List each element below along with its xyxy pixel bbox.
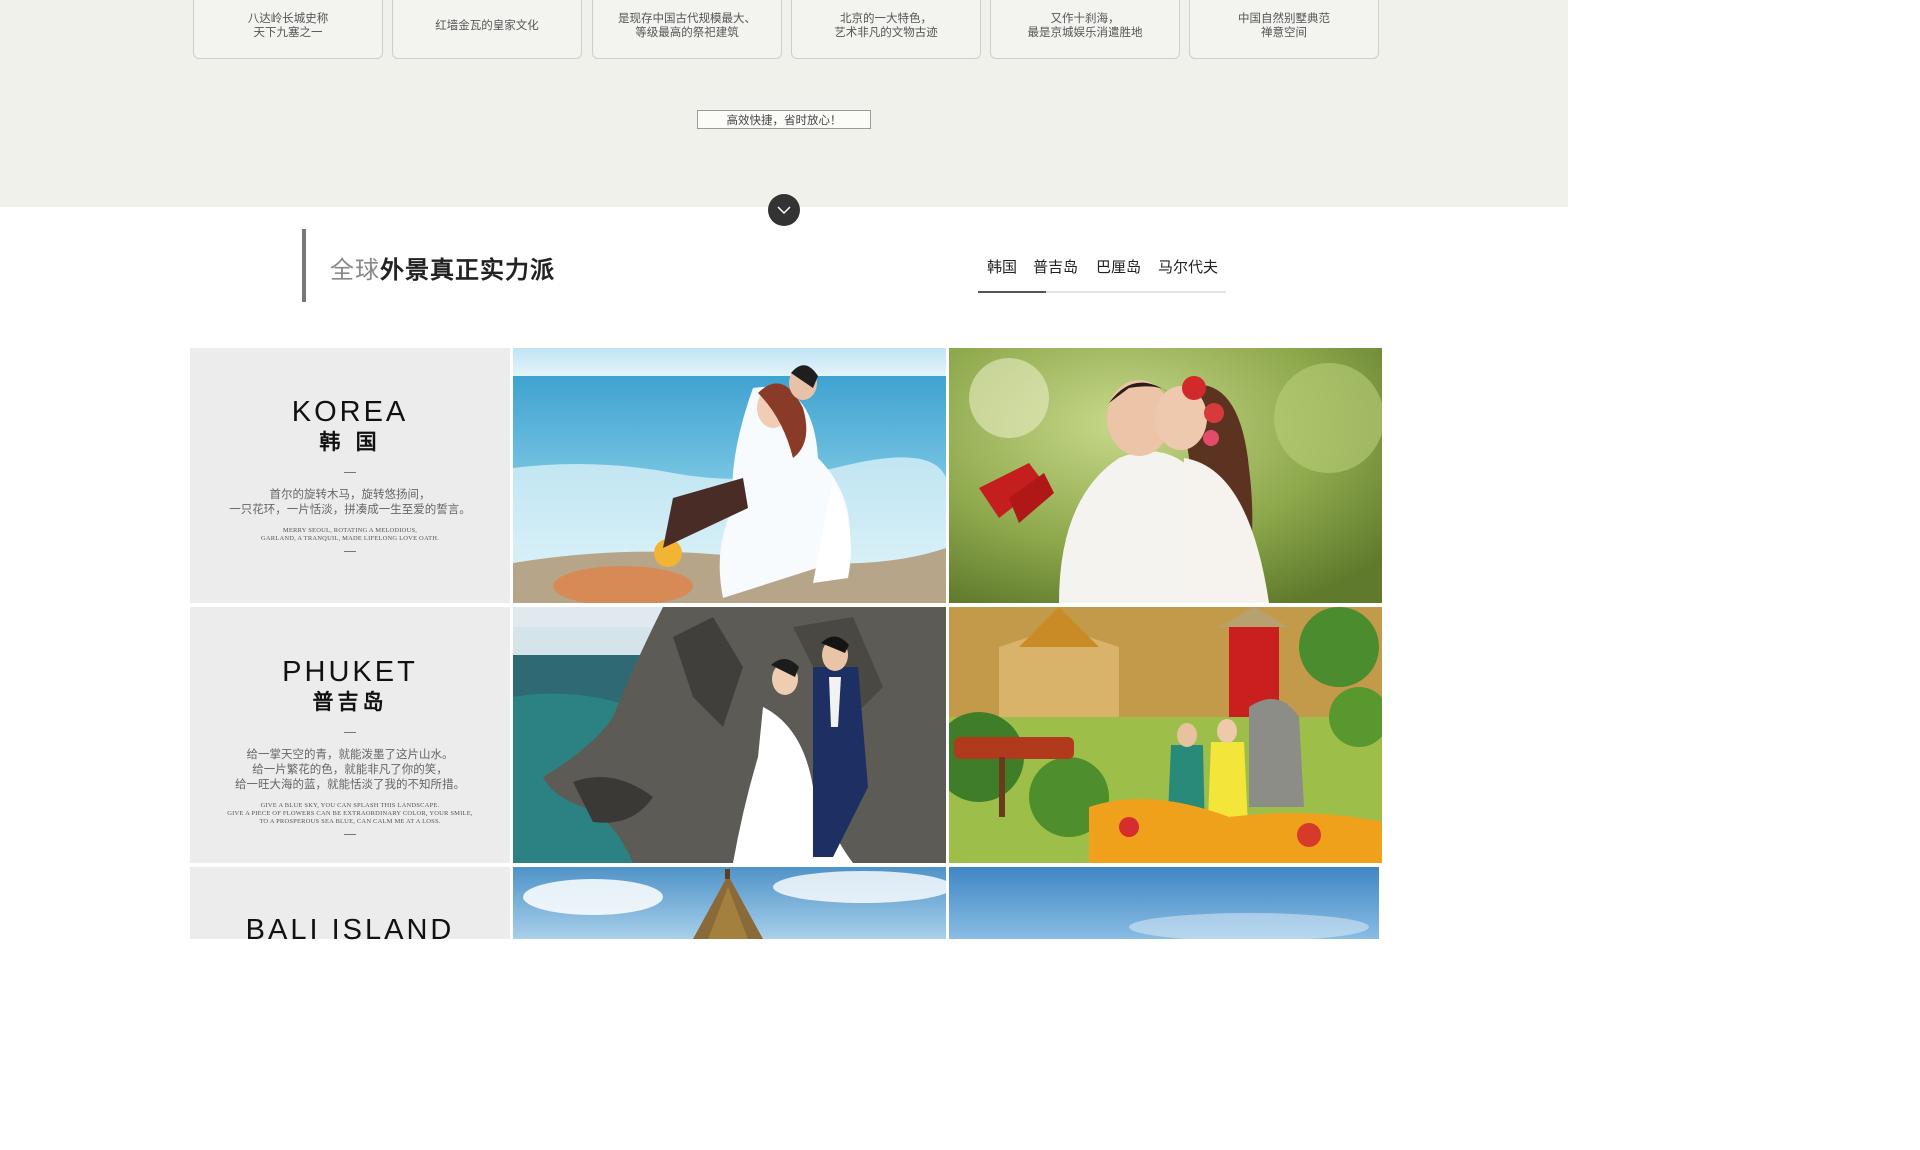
chevron-down-icon — [777, 205, 791, 214]
attraction-card[interactable]: 北京的一大特色， 艺术非凡的文物古迹 — [791, 0, 981, 59]
destination-desc-cn: 给一掌天空的青，就能泼墨了这片山水。 给一片繁花的色，就能非凡了你的笑， 给一旺… — [190, 747, 510, 792]
destination-panel-phuket[interactable]: PHUKET 普吉岛 给一掌天空的青，就能泼墨了这片山水。 给一片繁花的色，就能… — [190, 607, 510, 863]
photo-illustration — [949, 607, 1382, 863]
divider — [344, 551, 356, 552]
desc-line: GIVE A BLUE SKY, YOU CAN SPLASH THIS LAN… — [260, 802, 440, 809]
section-title-light: 全球 — [330, 256, 380, 284]
attraction-line: 是现存中国古代规模最大、 — [618, 10, 756, 25]
scroll-down-button[interactable] — [768, 194, 800, 226]
phuket-rocks-photo[interactable] — [513, 607, 946, 863]
destination-desc-en: GIVE A BLUE SKY, YOU CAN SPLASH THIS LAN… — [190, 802, 510, 826]
attraction-line: 中国自然别墅典范 — [1238, 10, 1330, 25]
desc-line: 给一片繁花的色，就能非凡了你的笑， — [252, 762, 448, 776]
destination-desc-cn: 首尔的旋转木马，旋转悠扬间， 一只花环，一片恬淡，拼凑成一生至爱的誓言。 — [190, 487, 510, 517]
attraction-card[interactable]: 红墙金瓦的皇家文化 — [392, 0, 582, 59]
desc-line: 给一掌天空的青，就能泼墨了这片山水。 — [246, 747, 454, 761]
desc-line: 给一旺大海的蓝，就能恬淡了我的不知所措。 — [235, 777, 465, 791]
destination-name-en: KOREA — [291, 396, 409, 428]
destination-tabs: 韩国 普吉岛 巴厘岛 马尔代夫 — [978, 256, 1226, 293]
attraction-line: 八达岭长城史称 — [247, 10, 329, 25]
tab-korea[interactable]: 韩国 — [987, 256, 1017, 277]
section-accent-bar — [302, 229, 306, 302]
attractions-band: 八达岭长城史称 天下九塞之一 红墙金瓦的皇家文化 是现存中国古代规模最大、 等级最高… — [0, 0, 1568, 207]
divider — [344, 834, 356, 835]
desc-line: MERRY SEOUL, ROTATING A MELODIOUS, — [282, 527, 418, 534]
attraction-card[interactable]: 是现存中国古代规模最大、 等级最高的祭祀建筑 — [592, 0, 782, 59]
photo-illustration — [513, 607, 946, 863]
destination-name-en: PHUKET — [282, 656, 418, 688]
attraction-line: 红墙金瓦的皇家文化 — [435, 17, 539, 32]
desc-line: GIVE A PIECE OF FLOWERS CAN BE EXTRAORDI… — [227, 810, 473, 817]
photo-illustration — [513, 867, 946, 939]
attraction-card[interactable]: 中国自然别墅典范 禅意空间 — [1189, 0, 1379, 59]
destination-panel-korea[interactable]: KOREA 韩 国 首尔的旋转木马，旋转悠扬间， 一只花环，一片恬淡，拼凑成一生… — [190, 348, 510, 603]
photo-illustration — [949, 867, 1379, 939]
photo-illustration — [513, 348, 946, 603]
desc-line: 一只花环，一片恬淡，拼凑成一生至爱的誓言。 — [229, 502, 471, 516]
attraction-line: 禅意空间 — [1261, 24, 1307, 39]
attraction-line: 天下九塞之一 — [253, 24, 323, 39]
attraction-line: 艺术非凡的文物古迹 — [834, 24, 938, 39]
korea-beach-photo[interactable] — [513, 348, 946, 603]
attraction-line: 最是京城娱乐消遣胜地 — [1027, 24, 1143, 39]
bali-hut-photo[interactable] — [513, 867, 946, 939]
tab-phuket[interactable]: 普吉岛 — [1033, 256, 1078, 277]
active-tab-indicator — [978, 291, 1046, 293]
korea-garden-photo[interactable] — [949, 348, 1382, 603]
section-title: 全球外景真正实力派 — [330, 250, 555, 285]
destination-name-cn: 普吉岛 — [312, 690, 388, 714]
destination-panel-bali[interactable]: BALI ISLAND — [190, 867, 510, 945]
desc-line: GARLAND, A TRANQUIL, MADE LIFELONG LOVE … — [260, 535, 440, 542]
destination-name-cn: 韩 国 — [319, 430, 381, 454]
attraction-line: 又作十刹海， — [1050, 10, 1120, 25]
section-title-bold: 外景真正实力派 — [380, 256, 555, 284]
desc-line: 首尔的旋转木马，旋转悠扬间， — [269, 487, 431, 501]
divider — [344, 472, 356, 473]
attraction-card[interactable]: 八达岭长城史称 天下九塞之一 — [193, 0, 383, 59]
phuket-temple-photo[interactable] — [949, 607, 1382, 863]
photo-illustration — [949, 348, 1382, 603]
destination-name-en: BALI ISLAND — [245, 914, 455, 946]
attraction-line: 北京的一大特色， — [840, 10, 932, 25]
divider — [344, 732, 356, 733]
cta-button[interactable]: 高效快捷，省时放心！ — [697, 110, 871, 129]
attraction-line: 等级最高的祭祀建筑 — [635, 24, 739, 39]
destination-desc-en: MERRY SEOUL, ROTATING A MELODIOUS, GARLA… — [190, 527, 510, 543]
desc-line: TO A PROSPEROUS SEA BLUE, CAN CALM ME AT… — [259, 818, 441, 825]
tab-bali[interactable]: 巴厘岛 — [1096, 256, 1141, 277]
attraction-card[interactable]: 又作十刹海， 最是京城娱乐消遣胜地 — [990, 0, 1180, 59]
bali-sky-photo[interactable] — [949, 867, 1379, 939]
tab-maldives[interactable]: 马尔代夫 — [1158, 256, 1218, 277]
